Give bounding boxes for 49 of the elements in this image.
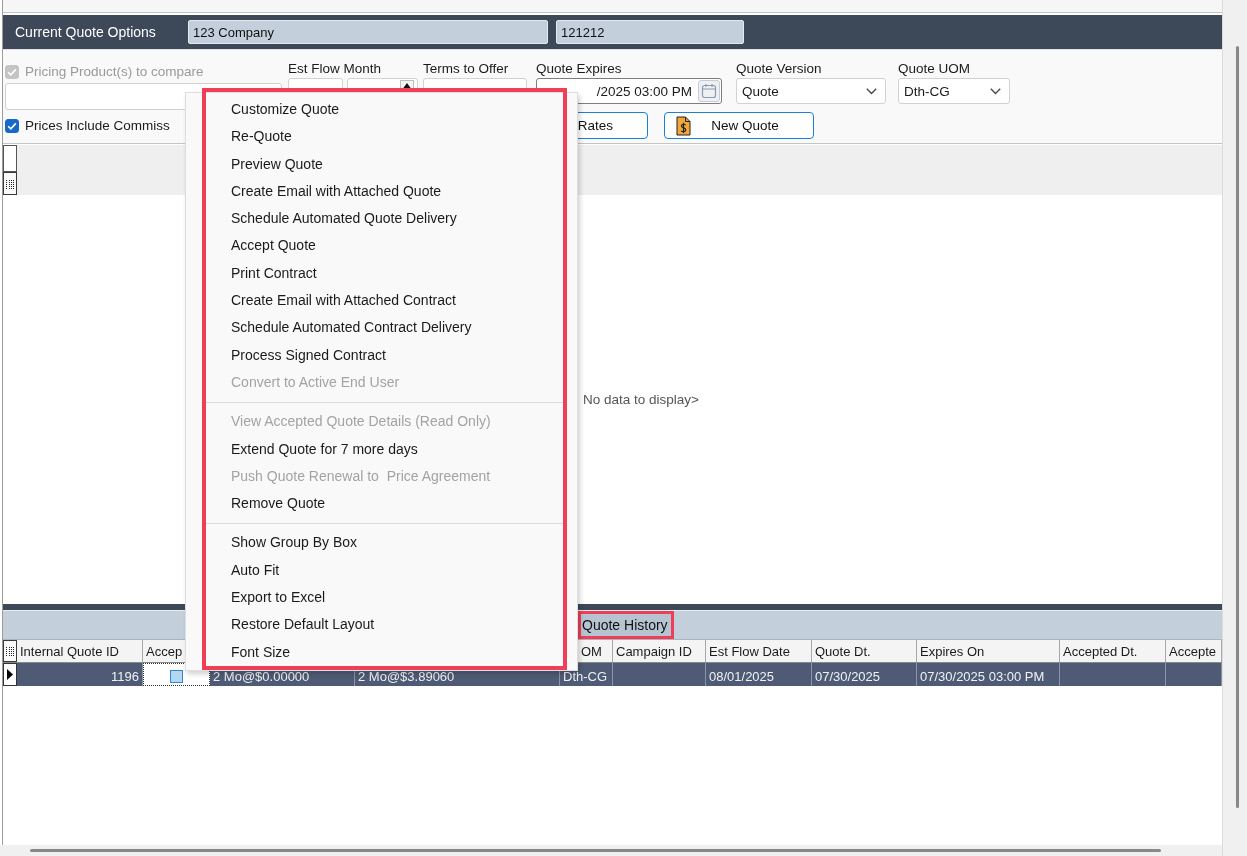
calendar-button[interactable] <box>698 80 720 102</box>
scrollbar-thumb[interactable] <box>1236 46 1239 808</box>
menu-item[interactable]: Extend Quote for 7 more days <box>206 435 563 463</box>
checkbox-icon[interactable] <box>5 118 19 133</box>
menu-item[interactable]: Restore Default Layout <box>206 611 563 639</box>
checkbox-option[interactable]: Prices Include Commiss <box>5 117 170 134</box>
dropdown[interactable]: Quote <box>736 78 886 104</box>
table-cell: 08/01/2025 <box>706 663 812 686</box>
column-header[interactable]: Internal Quote ID <box>17 640 143 662</box>
menu-item[interactable]: Export to Excel <box>206 584 563 612</box>
menu-item[interactable]: Create Email with Attached Contract <box>206 287 563 315</box>
menu-item[interactable]: Schedule Automated Quote Delivery <box>206 205 563 233</box>
header-title: Current Quote Options <box>14 24 156 40</box>
menu-item[interactable]: Print Contract <box>206 259 563 288</box>
calendar-icon <box>701 83 717 99</box>
field-label: Est Flow Month <box>288 60 382 77</box>
new-quote-button[interactable]: New Quote <box>664 112 814 139</box>
column-header[interactable]: Accepted Dt. <box>1060 640 1166 662</box>
scrollbar-thumb[interactable] <box>30 849 1161 852</box>
dropdown[interactable]: Dth-CG <box>898 78 1010 104</box>
column-header[interactable]: Expires On <box>917 640 1060 662</box>
header-field[interactable]: 121212 <box>556 20 744 44</box>
column-header[interactable]: Campaign ID <box>613 640 706 662</box>
menu-item[interactable]: Show Group By Box <box>206 529 563 557</box>
menu-item[interactable]: Accept Quote <box>206 232 563 260</box>
checkbox-icon[interactable] <box>170 669 183 683</box>
column-chooser-icon[interactable] <box>3 640 17 662</box>
spin-up-icon[interactable] <box>400 80 414 91</box>
field-label: Terms to Offer <box>423 60 509 77</box>
chevron-down-icon <box>866 87 877 95</box>
menu-item[interactable]: Auto Fit <box>206 556 563 585</box>
column-header[interactable]: Quote Dt. <box>812 640 917 662</box>
menu-item[interactable]: Remove Quote <box>206 490 563 518</box>
table-cell: 07/30/2025 <box>812 663 917 686</box>
empty-message: No data to display> <box>583 392 699 407</box>
menu-item[interactable]: Create Email with Attached Quote <box>206 177 563 206</box>
field-label: Quote Version <box>736 60 822 77</box>
table-cell: 07/30/2025 03:00 PM <box>917 663 1060 686</box>
section-title: Quote History <box>578 611 674 639</box>
field-label: Quote Expires <box>536 60 622 77</box>
header-field[interactable]: 123 Company <box>188 20 548 44</box>
column-chooser-icon[interactable] <box>3 172 17 195</box>
field-label: Quote UOM <box>898 60 971 77</box>
column-header[interactable]: Est Flow Date <box>706 640 812 662</box>
dollar-document-icon <box>676 115 691 136</box>
chevron-down-icon <box>990 87 1001 95</box>
menu-item[interactable]: Preview Quote <box>206 150 563 178</box>
menu-item[interactable]: Process Signed Contract <box>206 341 563 369</box>
menu-item[interactable]: Schedule Automated Contract Delivery <box>206 314 563 342</box>
